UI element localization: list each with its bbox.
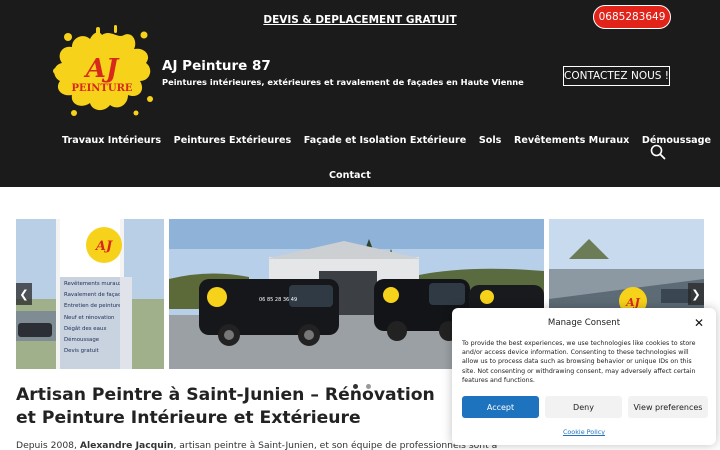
page-heading: Artisan Peintre à Saint-Junien – Rénovat… <box>16 385 435 428</box>
svg-text:Démoussage: Démoussage <box>64 336 100 343</box>
site-logo[interactable]: AJ PEINTURE <box>48 25 156 120</box>
logo-mark: AJ <box>83 54 120 84</box>
consent-title: Manage Consent <box>547 318 621 328</box>
nav-item-contact[interactable]: Contact <box>329 170 371 181</box>
svg-text:Dégât des eaux: Dégât des eaux <box>64 325 107 332</box>
carousel-slide-sign[interactable]: AJ Revêtements muraux Ravalement de faça… <box>16 219 164 369</box>
contact-button[interactable]: CONTACTEZ NOUS ! <box>563 66 670 86</box>
svg-text:Ravalement de façades: Ravalement de façades <box>64 292 128 298</box>
cookie-consent-dialog: Manage Consent ✕ To provide the best exp… <box>452 308 716 445</box>
site-header: DEVIS & DEPLACEMENT GRATUIT 0685283649 A… <box>0 0 720 187</box>
carousel-next-button[interactable]: ❯ <box>688 283 704 305</box>
consent-text: To provide the best experiences, we use … <box>462 340 696 384</box>
cookie-policy-link[interactable]: Cookie Policy <box>452 428 716 436</box>
accept-button[interactable]: Accept <box>462 396 539 418</box>
intro-text: Depuis 2008, Alexandre Jacquin, artisan … <box>16 440 498 450</box>
svg-text:Devis gratuit: Devis gratuit <box>64 348 99 354</box>
chevron-left-icon: ❮ <box>19 287 29 301</box>
svg-text:06 85 28 36 49: 06 85 28 36 49 <box>259 297 297 303</box>
intro-name: Alexandre Jacquin <box>79 440 174 450</box>
nav-item-travaux-interieurs[interactable]: Travaux Intérieurs <box>62 135 161 146</box>
deny-button[interactable]: Deny <box>545 396 622 418</box>
carousel-prev-button[interactable]: ❮ <box>16 283 32 305</box>
svg-text:Revêtements muraux: Revêtements muraux <box>64 280 123 287</box>
nav-item-facade-isolation[interactable]: Façade et Isolation Extérieure <box>304 135 466 146</box>
search-icon[interactable] <box>650 144 666 160</box>
logo-word: PEINTURE <box>71 83 132 94</box>
phone-button[interactable]: 0685283649 <box>593 5 671 29</box>
promo-link[interactable]: DEVIS & DEPLACEMENT GRATUIT <box>263 14 456 26</box>
nav-item-revetements-muraux[interactable]: Revêtements Muraux <box>514 135 629 146</box>
nav-item-sols[interactable]: Sols <box>479 135 502 146</box>
close-icon[interactable]: ✕ <box>694 316 704 330</box>
svg-text:Entretien de peinture: Entretien de peinture <box>64 303 122 309</box>
svg-text:AJ: AJ <box>94 239 113 254</box>
nav-item-peintures-exterieures[interactable]: Peintures Extérieures <box>174 135 292 146</box>
view-preferences-button[interactable]: View preferences <box>628 396 708 418</box>
site-title[interactable]: AJ Peinture 87 <box>162 58 271 74</box>
svg-text:Neuf et rénovation: Neuf et rénovation <box>64 314 114 321</box>
chevron-right-icon: ❯ <box>691 287 701 301</box>
site-tagline: Peintures intérieures, extérieures et ra… <box>162 77 524 87</box>
